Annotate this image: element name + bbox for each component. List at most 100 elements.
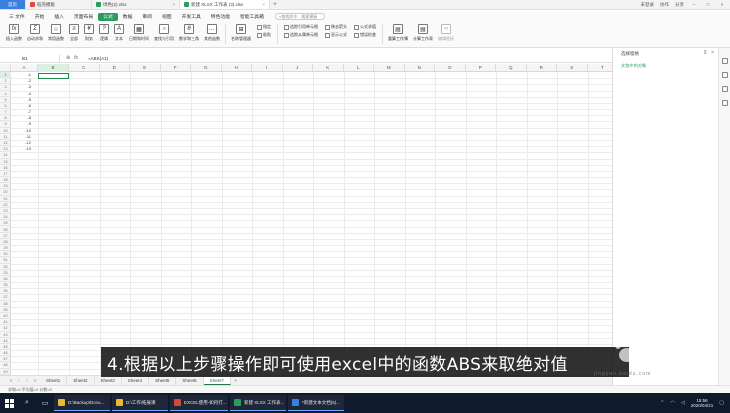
column-header-k[interactable]: K [313, 64, 344, 72]
date-time-button[interactable]: ▦ 日期和时间 [127, 24, 151, 42]
column-header-a[interactable]: A [11, 64, 38, 72]
financial-button[interactable]: ¥ 财务 [82, 24, 96, 42]
show-formulas-button[interactable]: 显示公式 [325, 32, 347, 38]
share-button[interactable]: 分享 [675, 2, 684, 8]
menu-insert[interactable]: 插入 [49, 13, 69, 21]
search-icon[interactable]: ⌕ [18, 395, 36, 411]
last-sheet-icon[interactable]: » [32, 378, 38, 384]
tab-home[interactable]: 首页 [0, 0, 26, 9]
select-tool-icon[interactable] [721, 58, 728, 64]
column-header-r[interactable]: R [527, 64, 557, 72]
calculate-sheet-button[interactable]: ▤ 计算工作表 [411, 24, 435, 42]
column-header-f[interactable]: F [161, 64, 191, 72]
other-functions-button[interactable]: … 其他函数 [202, 24, 222, 42]
start-button[interactable] [0, 393, 18, 413]
login-link[interactable]: 未登录 [641, 2, 655, 8]
notification-icon[interactable]: ▢ [719, 400, 724, 406]
first-sheet-icon[interactable]: « [8, 378, 14, 384]
menu-special[interactable]: 特色功能 [206, 13, 235, 21]
taskbar-item[interactable]: EXCEL使用-如何打... [170, 395, 228, 411]
column-header-l[interactable]: L [344, 64, 374, 72]
command-search-input[interactable]: ⌕ 查找命令、搜索模板 [275, 13, 325, 20]
sheet-tab-1[interactable]: Sheet1 [40, 376, 68, 385]
volume-icon[interactable]: ◁ [681, 400, 685, 406]
logical-button[interactable]: ? 逻辑 [97, 24, 111, 42]
sheet-tab-2[interactable]: Sheet2 [67, 376, 95, 385]
style-tool-icon[interactable] [721, 72, 728, 78]
name-box[interactable]: B1 [0, 54, 60, 62]
menu-home[interactable]: 开始 [30, 13, 50, 21]
taskbar-item[interactable]: *新建文本文档(5)... [288, 395, 344, 411]
menu-page-layout[interactable]: 页面布局 [69, 13, 98, 21]
close-icon[interactable]: × [262, 2, 265, 7]
tab-file-green[interactable]: 绿色(2).xlsx × [92, 0, 180, 9]
prev-sheet-icon[interactable]: ‹ [16, 378, 22, 384]
maximize-icon[interactable]: □ [704, 2, 712, 7]
text-button[interactable]: A 文本 [112, 24, 126, 42]
tab-docer-templates[interactable]: 稻壳模板 [26, 0, 92, 9]
active-cell[interactable] [38, 73, 69, 79]
clock[interactable]: 15:56 2020/04/21 [691, 398, 714, 408]
formula-input[interactable]: =ABS(A1) [84, 56, 108, 61]
insert-function-button[interactable]: fx 插入函数 [4, 24, 24, 42]
column-header-s[interactable]: S [557, 64, 588, 72]
new-tab-button[interactable]: + [270, 2, 280, 8]
evaluate-formula-button[interactable]: 公式求值 [354, 24, 376, 30]
cell-a13[interactable]: -13 [11, 146, 38, 152]
column-header-m[interactable]: M [374, 64, 405, 72]
column-header-h[interactable]: H [222, 64, 252, 72]
close-window-icon[interactable]: × [718, 2, 726, 7]
column-header-o[interactable]: O [435, 64, 466, 72]
define-name-button[interactable]: 指定 [257, 24, 271, 30]
lookup-reference-button[interactable]: ⌕ 查找与引用 [152, 24, 176, 42]
edit-links-button[interactable]: ∞ 编辑链接 [436, 24, 456, 42]
column-header-b[interactable]: B [38, 64, 69, 72]
all-functions-button[interactable]: ≡ 全部 [67, 24, 81, 42]
remove-arrows-button[interactable]: 移去箭头 [325, 24, 347, 30]
taskbar-item[interactable]: D:\Backup\Docu... [54, 395, 110, 411]
help-tool-icon[interactable] [721, 100, 728, 106]
close-icon[interactable]: × [711, 50, 714, 56]
name-manager-button[interactable]: ⊞ 名称管理器 [229, 24, 253, 42]
trace-precedents-button[interactable]: 追踪引用单元格 [284, 24, 318, 30]
column-header-q[interactable]: Q [496, 64, 527, 72]
math-trig-button[interactable]: θ 数学和三角 [177, 24, 201, 42]
recalculate-workbook-button[interactable]: ▤ 重算工作簿 [386, 24, 410, 42]
menu-file[interactable]: 三 文件 [4, 13, 30, 21]
taskbar-item[interactable]: 新建 XLSX 工作表... [230, 395, 286, 411]
column-header-t[interactable]: T [588, 64, 613, 72]
sheet-tab-3[interactable]: Sheet3 [95, 376, 122, 385]
column-header-p[interactable]: P [466, 64, 496, 72]
minimize-icon[interactable]: – [690, 2, 698, 7]
network-icon[interactable]: ◠ [671, 400, 675, 406]
tab-file-active[interactable]: 新建 XLSX 工作表 (3).xlsx × [180, 0, 270, 9]
trace-dependents-button[interactable]: 追踪从属单元格 [284, 32, 318, 38]
zoom-icon[interactable]: ⊕ [66, 55, 70, 61]
fx-icon[interactable]: fx [74, 55, 78, 61]
sheet-tab-7[interactable]: Sheet7 [203, 376, 231, 385]
row-header[interactable]: 49 [0, 369, 11, 375]
next-sheet-icon[interactable]: › [24, 378, 30, 384]
paste-name-button[interactable]: 粘贴 [257, 32, 271, 38]
add-sheet-button[interactable]: + [233, 378, 239, 384]
menu-view[interactable]: 视图 [157, 13, 177, 21]
sheet-tab-5[interactable]: Sheet5 [149, 376, 177, 385]
column-header-g[interactable]: G [191, 64, 222, 72]
column-header-e[interactable]: E [130, 64, 161, 72]
column-header-n[interactable]: N [405, 64, 435, 72]
task-view-icon[interactable]: ▭ [36, 395, 54, 411]
tray-expand-icon[interactable]: ⌃ [660, 400, 664, 406]
column-header-i[interactable]: I [252, 64, 283, 72]
column-header-d[interactable]: D [100, 64, 130, 72]
property-tool-icon[interactable] [721, 86, 728, 92]
taskbar-item[interactable]: D:\工作\拓展课 [112, 395, 168, 411]
common-functions-button[interactable]: ☆ 常用函数 [46, 24, 66, 42]
close-icon[interactable]: × [172, 2, 175, 7]
menu-data[interactable]: 数据 [118, 13, 138, 21]
error-check-button[interactable]: 错误检查 [354, 32, 376, 38]
pin-icon[interactable]: ⊼ [703, 50, 707, 56]
select-all-corner[interactable] [0, 64, 11, 72]
sheet-tab-4[interactable]: Sheet4 [122, 376, 150, 385]
column-header-c[interactable]: C [69, 64, 100, 72]
menu-developer[interactable]: 开发工具 [177, 13, 206, 21]
